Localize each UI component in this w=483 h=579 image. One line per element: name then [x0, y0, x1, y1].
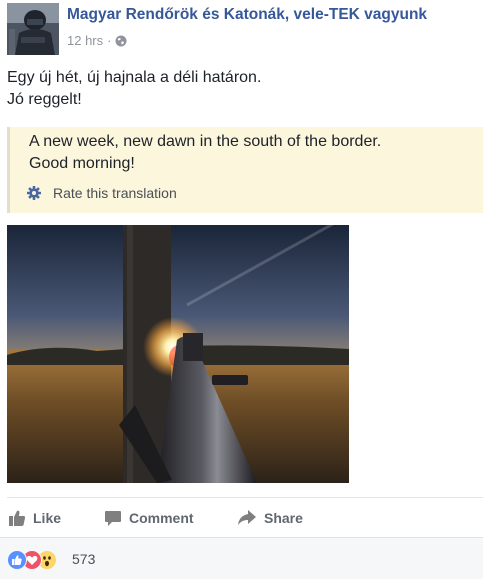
- reaction-icons[interactable]: [7, 550, 71, 570]
- rate-translation-link[interactable]: Rate this translation: [27, 185, 177, 201]
- reaction-count[interactable]: 573: [72, 551, 95, 567]
- globe-icon[interactable]: [115, 35, 127, 47]
- post-photo[interactable]: [7, 225, 349, 483]
- post-meta: 12 hrs ·: [67, 33, 127, 48]
- comment-button[interactable]: Comment: [104, 509, 194, 527]
- share-label: Share: [264, 510, 303, 526]
- translation-box: A new week, new dawn in the south of the…: [7, 127, 483, 213]
- share-button[interactable]: Share: [237, 509, 303, 527]
- like-reaction-icon: [7, 550, 27, 570]
- translation-line: Good morning!: [29, 155, 135, 172]
- page-avatar[interactable]: [7, 3, 59, 55]
- post-header: Magyar Rendőrök és Katonák, vele-TEK vag…: [7, 3, 477, 55]
- gear-icon: [27, 186, 41, 200]
- translation-line: A new week, new dawn in the south of the…: [29, 133, 382, 150]
- thumbs-up-icon: [9, 510, 26, 526]
- meta-separator: ·: [107, 33, 112, 48]
- like-label: Like: [33, 510, 62, 526]
- page-name-link[interactable]: Magyar Rendőrök és Katonák, vele-TEK vag…: [67, 6, 427, 24]
- reactions-bar: 573: [0, 537, 483, 579]
- post-timestamp[interactable]: 12 hrs: [67, 33, 103, 48]
- share-arrow-icon: [238, 510, 256, 525]
- post-message-line: Jó reggelt!: [7, 91, 82, 108]
- comment-icon: [105, 511, 121, 526]
- post-message: Egy új hét, új hajnala a déli határon. J…: [7, 67, 472, 111]
- post-message-line: Egy új hét, új hajnala a déli határon.: [7, 69, 262, 86]
- comment-label: Comment: [129, 510, 194, 526]
- post-action-bar: Like Comment Share: [7, 497, 483, 537]
- rate-translation-label: Rate this translation: [53, 185, 177, 201]
- like-button[interactable]: Like: [8, 509, 61, 527]
